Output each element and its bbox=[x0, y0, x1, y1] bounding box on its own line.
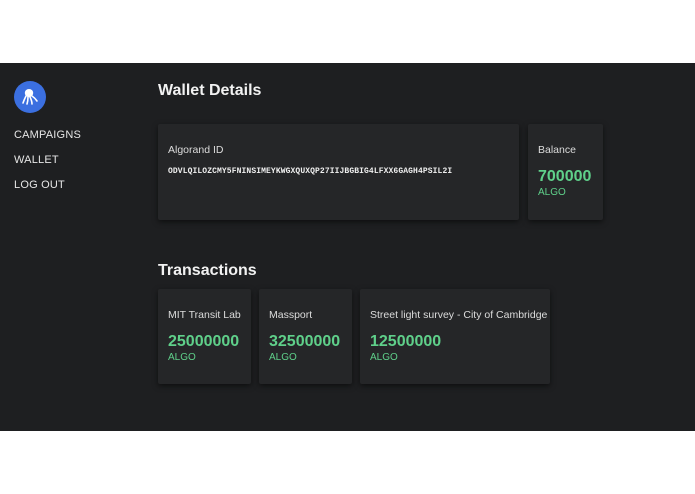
algorand-id-value: ODVLQILOZCMY5FNINSIMEYKWGXQUXQP27IIJBGBI… bbox=[168, 167, 453, 176]
transaction-amount: 25000000 bbox=[168, 333, 240, 350]
transaction-card[interactable]: MIT Transit Lab 25000000 ALGO bbox=[158, 289, 251, 384]
transaction-unit: ALGO bbox=[370, 352, 398, 363]
transaction-name: Street light survey - City of Cambridge bbox=[370, 309, 548, 321]
octopus-icon bbox=[22, 89, 38, 105]
sidebar-nav: CAMPAIGNS WALLET LOG OUT bbox=[14, 129, 81, 204]
transaction-unit: ALGO bbox=[269, 352, 297, 363]
transaction-amount: 12500000 bbox=[370, 333, 442, 350]
algorand-id-label: Algorand ID bbox=[168, 144, 224, 156]
transaction-card[interactable]: Street light survey - City of Cambridge … bbox=[360, 289, 550, 384]
balance-label: Balance bbox=[538, 144, 576, 156]
app-shell: CAMPAIGNS WALLET LOG OUT Wallet Details … bbox=[0, 63, 695, 431]
logo[interactable] bbox=[14, 81, 46, 113]
transaction-name: MIT Transit Lab bbox=[168, 309, 241, 321]
transaction-card[interactable]: Massport 32500000 ALGO bbox=[259, 289, 352, 384]
balance-card: Balance 700000 ALGO bbox=[528, 124, 603, 220]
transaction-name: Massport bbox=[269, 309, 313, 321]
transaction-amount: 32500000 bbox=[269, 333, 341, 350]
wallet-section-title: Wallet Details bbox=[158, 82, 262, 99]
nav-item-campaigns[interactable]: CAMPAIGNS bbox=[14, 129, 81, 154]
algorand-id-card: Algorand ID ODVLQILOZCMY5FNINSIMEYKWGXQU… bbox=[158, 124, 519, 220]
transaction-unit: ALGO bbox=[168, 352, 196, 363]
transactions-section-title: Transactions bbox=[158, 262, 257, 279]
nav-item-wallet[interactable]: WALLET bbox=[14, 154, 81, 179]
nav-item-logout[interactable]: LOG OUT bbox=[14, 179, 81, 204]
balance-value: 700000 bbox=[538, 168, 592, 185]
balance-unit: ALGO bbox=[538, 187, 566, 198]
